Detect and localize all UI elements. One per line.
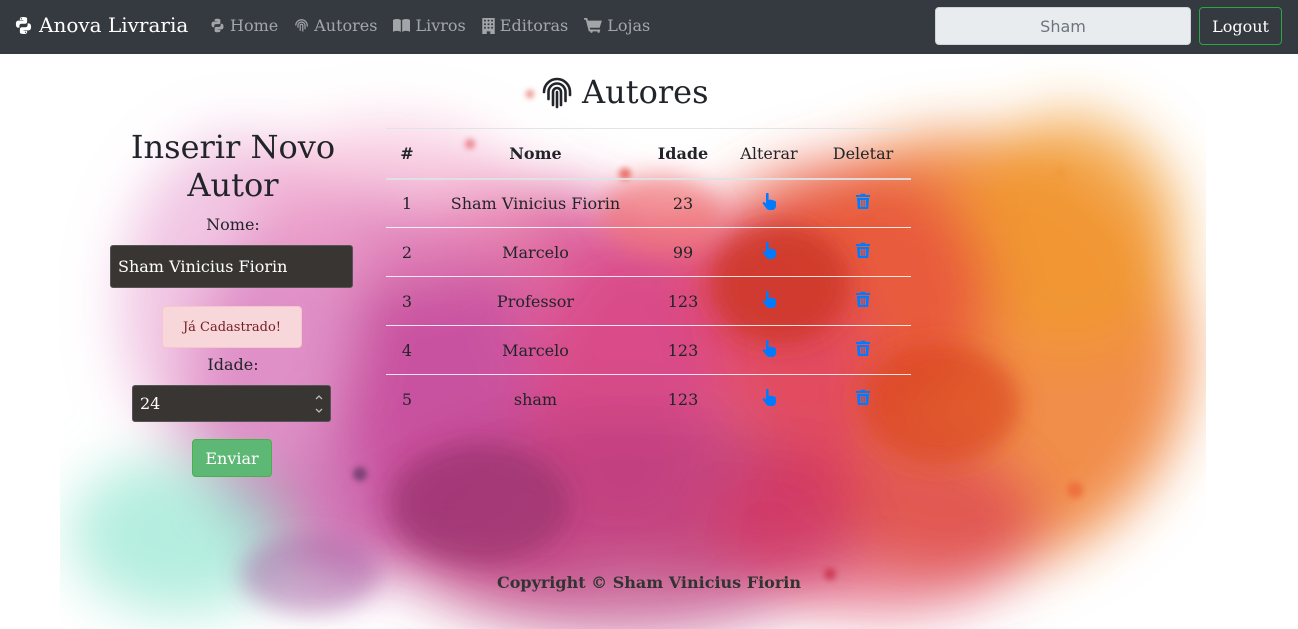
navbar: Anova Livraria Home Autores Livros Edito…: [0, 0, 1298, 54]
trash-icon: [856, 291, 870, 307]
python-icon: [211, 18, 224, 33]
table-row: 5 sham 123: [386, 374, 911, 424]
nav-home-label: Home: [230, 16, 279, 35]
table-header: # Nome Idade Alterar Deletar: [386, 128, 911, 179]
hand-pointer-icon: [762, 241, 776, 259]
author-name: Marcelo: [428, 227, 643, 277]
delete-button[interactable]: [856, 340, 870, 356]
nav-livros[interactable]: Livros: [393, 16, 466, 35]
author-id: 2: [386, 227, 428, 277]
table-body: 1 Sham Vinicius Fiorin 23 2 Marcelo 99 3…: [386, 179, 911, 424]
form-title: Inserir Novo Autor: [130, 128, 336, 204]
page-title-text: Autores: [582, 73, 709, 111]
cart-icon: [584, 17, 603, 33]
author-age: 23: [672, 193, 694, 213]
hand-pointer-icon: [762, 388, 776, 406]
nav-editoras[interactable]: Editoras: [482, 16, 569, 35]
fingerprint-icon: [295, 19, 309, 32]
nav-home[interactable]: Home: [210, 16, 278, 35]
author-id: 5: [386, 374, 428, 424]
table-row: 1 Sham Vinicius Fiorin 23: [386, 179, 911, 228]
building-icon: [482, 17, 495, 34]
nav-links: Home Autores Livros Editoras Lojas: [210, 16, 650, 35]
page-title: Autores: [540, 72, 800, 112]
age-label: Idade:: [207, 355, 259, 374]
edit-button[interactable]: [762, 339, 777, 357]
fingerprint-icon: [542, 77, 572, 109]
author-name: Professor: [428, 276, 643, 326]
hand-pointer-icon: [762, 339, 776, 357]
delete-button[interactable]: [856, 193, 870, 210]
age-value: 24: [140, 394, 161, 413]
column-header-alterar: Alterar: [723, 128, 815, 179]
trash-icon: [856, 340, 870, 356]
column-header-id: #: [386, 128, 428, 179]
table-row: 2 Marcelo 99: [386, 227, 911, 277]
chevron-down-icon: [315, 408, 323, 413]
author-name: Sham Vinicius Fiorin: [450, 193, 621, 213]
author-id: 3: [386, 276, 428, 326]
nav-livros-label: Livros: [415, 16, 466, 35]
trash-icon: [856, 242, 870, 258]
python-icon: [15, 16, 32, 34]
nav-lojas[interactable]: Lojas: [584, 16, 650, 35]
footer-copyright: Copyright © Sham Vinicius Fiorin: [496, 573, 801, 592]
already-registered-alert: Já Cadastrado!: [162, 306, 302, 348]
nav-autores-label: Autores: [314, 16, 378, 35]
submit-button[interactable]: Enviar: [192, 439, 272, 477]
age-input[interactable]: 24: [132, 385, 331, 422]
delete-button[interactable]: [856, 291, 870, 307]
author-age: 123: [643, 374, 723, 424]
user-field[interactable]: [935, 7, 1191, 45]
table-row: 4 Marcelo 123: [386, 325, 911, 375]
edit-button[interactable]: [762, 290, 777, 308]
book-icon: [393, 19, 411, 32]
column-header-deletar: Deletar: [815, 128, 911, 179]
nav-lojas-label: Lojas: [607, 16, 651, 35]
logout-button[interactable]: Logout: [1199, 7, 1282, 45]
author-name: Marcelo: [428, 325, 643, 375]
nav-editoras-label: Editoras: [499, 16, 569, 35]
nav-autores[interactable]: Autores: [294, 16, 377, 35]
age-stepper[interactable]: [313, 394, 325, 414]
chevron-up-icon: [315, 395, 323, 400]
hand-pointer-icon: [762, 290, 776, 308]
hand-pointer-icon: [762, 192, 776, 210]
name-input[interactable]: [110, 245, 353, 288]
trash-icon: [856, 389, 870, 406]
table-row: 3 Professor 123: [386, 276, 911, 326]
author-age: 123: [643, 276, 723, 326]
author-name: sham: [428, 374, 643, 424]
brand-name: Anova Livraria: [39, 13, 189, 37]
author-id: 1: [401, 193, 413, 213]
column-header-idade: Idade: [643, 128, 723, 179]
authors-table: # Nome Idade Alterar Deletar 1 Sham Vini…: [386, 128, 911, 424]
delete-button[interactable]: [856, 389, 870, 406]
author-id: 4: [386, 325, 428, 375]
author-age: 123: [643, 325, 723, 375]
column-header-nome: Nome: [428, 128, 643, 179]
name-label: Nome:: [206, 215, 260, 234]
edit-button[interactable]: [762, 192, 777, 210]
edit-button[interactable]: [762, 388, 777, 406]
delete-button[interactable]: [856, 242, 870, 258]
author-age: 99: [643, 227, 723, 277]
brand-link[interactable]: Anova Livraria: [14, 13, 188, 37]
trash-icon: [856, 193, 870, 210]
edit-button[interactable]: [762, 241, 777, 259]
